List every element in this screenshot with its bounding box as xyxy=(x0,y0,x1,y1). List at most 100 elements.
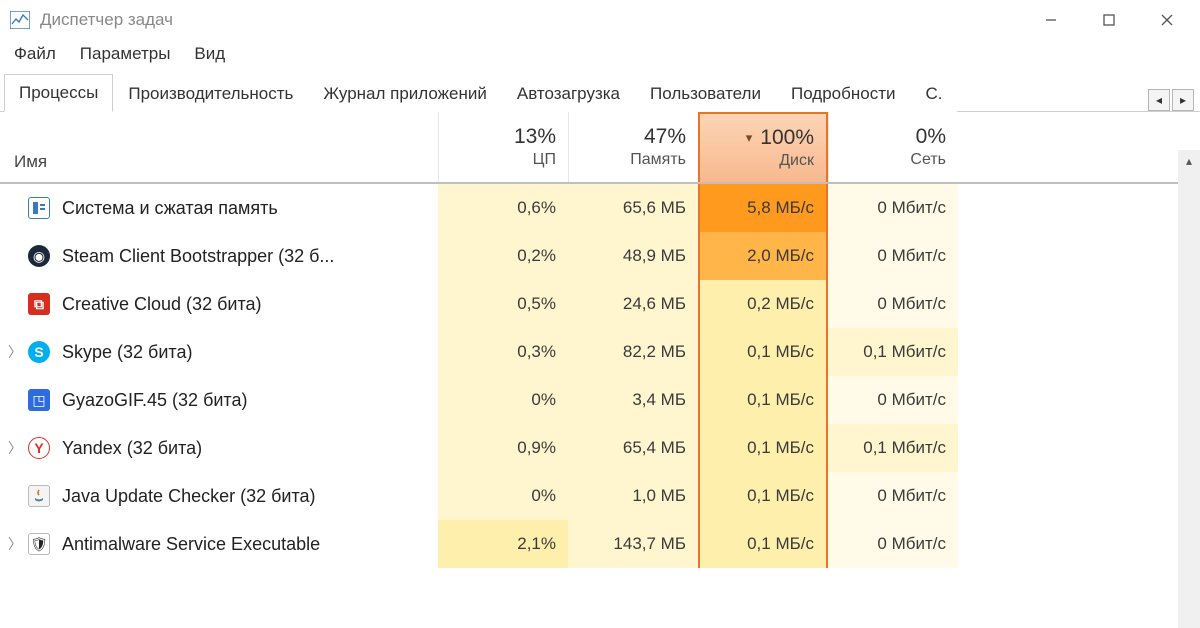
minimize-button[interactable] xyxy=(1022,0,1080,40)
process-name-cell[interactable]: 〉SSkype (32 бита) xyxy=(0,328,438,376)
tab-processes[interactable]: Процессы xyxy=(4,74,113,112)
tab-startup[interactable]: Автозагрузка xyxy=(502,75,635,112)
menubar: Файл Параметры Вид xyxy=(0,40,1200,74)
table-row[interactable]: 〉SSkype (32 бита)0,3%82,2 МБ0,1 МБ/с0,1 … xyxy=(0,328,1200,376)
process-name-cell[interactable]: ◳GyazoGIF.45 (32 бита) xyxy=(0,376,438,424)
tab-app-history[interactable]: Журнал приложений xyxy=(308,75,502,112)
titlebar: Диспетчер задач xyxy=(0,0,1200,40)
process-name: Система и сжатая память xyxy=(62,198,278,219)
network-cell: 0 Мбит/с xyxy=(828,520,958,568)
sort-desc-icon: ▾ xyxy=(746,130,753,146)
memory-cell: 143,7 МБ xyxy=(568,520,698,568)
memory-cell: 48,9 МБ xyxy=(568,232,698,280)
column-network-pct: 0% xyxy=(916,125,946,149)
process-name-cell[interactable]: Система и сжатая память xyxy=(0,184,438,232)
disk-cell: 2,0 МБ/с xyxy=(698,232,828,280)
disk-cell: 0,1 МБ/с xyxy=(698,328,828,376)
tab-users[interactable]: Пользователи xyxy=(635,75,776,112)
column-cpu-label: ЦП xyxy=(533,151,556,169)
expand-icon[interactable]: 〉 xyxy=(6,342,24,362)
process-name-cell[interactable]: Java Update Checker (32 бита) xyxy=(0,472,438,520)
process-name: Steam Client Bootstrapper (32 б... xyxy=(62,246,334,267)
process-name: GyazoGIF.45 (32 бита) xyxy=(62,390,247,411)
memory-cell: 82,2 МБ xyxy=(568,328,698,376)
disk-cell: 5,8 МБ/с xyxy=(698,184,828,232)
memory-cell: 65,4 МБ xyxy=(568,424,698,472)
network-cell: 0 Мбит/с xyxy=(828,376,958,424)
process-list: Система и сжатая память 0,6%65,6 МБ5,8 МБ… xyxy=(0,184,1200,568)
column-network-label: Сеть xyxy=(910,151,946,169)
scroll-up-button[interactable]: ▴ xyxy=(1178,150,1200,172)
tabbar: Процессы Производительность Журнал прило… xyxy=(0,74,1200,112)
column-disk-label: Диск xyxy=(779,152,814,170)
cpu-cell: 0,3% xyxy=(438,328,568,376)
maximize-button[interactable] xyxy=(1080,0,1138,40)
vertical-scrollbar[interactable]: ▴ xyxy=(1178,150,1200,628)
column-name-label: Имя xyxy=(14,152,47,172)
tab-services-partial[interactable]: С. xyxy=(910,75,957,112)
network-cell: 0 Мбит/с xyxy=(828,472,958,520)
cpu-cell: 0,5% xyxy=(438,280,568,328)
window-title: Диспетчер задач xyxy=(40,10,1022,30)
cpu-cell: 0% xyxy=(438,376,568,424)
column-disk-pct: 100% xyxy=(760,126,814,150)
tab-performance[interactable]: Производительность xyxy=(113,75,308,112)
cpu-cell: 0,2% xyxy=(438,232,568,280)
process-name: Yandex (32 бита) xyxy=(62,438,202,459)
network-cell: 0 Мбит/с xyxy=(828,232,958,280)
menu-file[interactable]: Файл xyxy=(14,44,56,64)
table-row[interactable]: ⧉Creative Cloud (32 бита)0,5%24,6 МБ0,2 … xyxy=(0,280,1200,328)
column-header: Имя 13% ЦП 47% Память ▾ 100% Диск 0% Сет… xyxy=(0,112,1200,184)
disk-cell: 0,1 МБ/с xyxy=(698,424,828,472)
memory-cell: 65,6 МБ xyxy=(568,184,698,232)
process-name-cell[interactable]: 〉🛡Antimalware Service Executable xyxy=(0,520,438,568)
task-manager-icon xyxy=(10,11,30,29)
process-name-cell[interactable]: ◉Steam Client Bootstrapper (32 б... xyxy=(0,232,438,280)
column-cpu[interactable]: 13% ЦП xyxy=(438,112,568,182)
menu-view[interactable]: Вид xyxy=(194,44,225,64)
cpu-cell: 0% xyxy=(438,472,568,520)
column-memory[interactable]: 47% Память xyxy=(568,112,698,182)
network-cell: 0,1 Мбит/с xyxy=(828,424,958,472)
table-row[interactable]: ◉Steam Client Bootstrapper (32 б...0,2%4… xyxy=(0,232,1200,280)
table-row[interactable]: ◳GyazoGIF.45 (32 бита)0%3,4 МБ0,1 МБ/с0 … xyxy=(0,376,1200,424)
network-cell: 0 Мбит/с xyxy=(828,280,958,328)
process-name-cell[interactable]: ⧉Creative Cloud (32 бита) xyxy=(0,280,438,328)
column-network[interactable]: 0% Сеть xyxy=(828,112,958,182)
process-name: Creative Cloud (32 бита) xyxy=(62,294,262,315)
table-row[interactable]: 〉🛡Antimalware Service Executable2,1%143,… xyxy=(0,520,1200,568)
close-button[interactable] xyxy=(1138,0,1196,40)
column-cpu-pct: 13% xyxy=(514,125,556,149)
cpu-cell: 0,6% xyxy=(438,184,568,232)
process-name-cell[interactable]: 〉YYandex (32 бита) xyxy=(0,424,438,472)
network-cell: 0,1 Мбит/с xyxy=(828,328,958,376)
memory-cell: 3,4 МБ xyxy=(568,376,698,424)
disk-cell: 0,1 МБ/с xyxy=(698,472,828,520)
menu-options[interactable]: Параметры xyxy=(80,44,171,64)
table-row[interactable]: 〉YYandex (32 бита)0,9%65,4 МБ0,1 МБ/с0,1… xyxy=(0,424,1200,472)
expand-icon[interactable]: 〉 xyxy=(6,534,24,554)
process-name: Java Update Checker (32 бита) xyxy=(62,486,316,507)
disk-cell: 0,1 МБ/с xyxy=(698,376,828,424)
expand-icon[interactable]: 〉 xyxy=(6,438,24,458)
tab-details[interactable]: Подробности xyxy=(776,75,911,112)
memory-cell: 1,0 МБ xyxy=(568,472,698,520)
column-disk[interactable]: ▾ 100% Диск xyxy=(698,112,828,182)
column-memory-pct: 47% xyxy=(644,125,686,149)
cpu-cell: 2,1% xyxy=(438,520,568,568)
column-memory-label: Память xyxy=(630,151,686,169)
table-row[interactable]: Java Update Checker (32 бита) 0%1,0 МБ0,1… xyxy=(0,472,1200,520)
tab-scroll-left[interactable]: ◂ xyxy=(1148,89,1170,111)
network-cell: 0 Мбит/с xyxy=(828,184,958,232)
cpu-cell: 0,9% xyxy=(438,424,568,472)
memory-cell: 24,6 МБ xyxy=(568,280,698,328)
tab-scroll-right[interactable]: ▸ xyxy=(1172,89,1194,111)
window-controls xyxy=(1022,0,1196,40)
column-name[interactable]: Имя xyxy=(0,112,438,182)
process-name: Antimalware Service Executable xyxy=(62,534,320,555)
table-row[interactable]: Система и сжатая память 0,6%65,6 МБ5,8 МБ… xyxy=(0,184,1200,232)
disk-cell: 0,1 МБ/с xyxy=(698,520,828,568)
disk-cell: 0,2 МБ/с xyxy=(698,280,828,328)
process-name: Skype (32 бита) xyxy=(62,342,192,363)
tab-scroll: ◂ ▸ xyxy=(1148,89,1200,111)
